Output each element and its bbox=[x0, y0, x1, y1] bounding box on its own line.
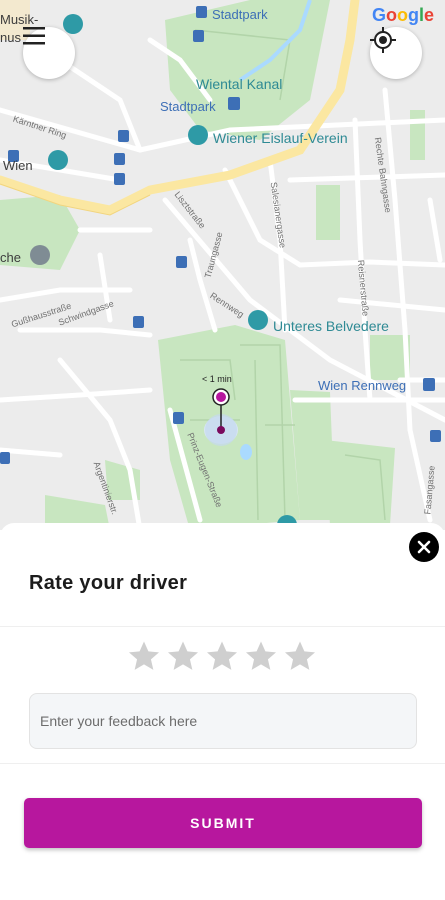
submit-button[interactable]: SUBMIT bbox=[24, 798, 422, 848]
map-label-stadtpark-station: Stadtpark bbox=[160, 99, 216, 114]
feedback-input[interactable] bbox=[29, 693, 417, 749]
map-label-unteres-belvedere: Unteres Belvedere bbox=[273, 318, 389, 334]
my-location-button[interactable] bbox=[370, 27, 422, 79]
map-label-che: che bbox=[0, 250, 21, 265]
divider-bottom bbox=[0, 763, 445, 764]
star-icon[interactable] bbox=[127, 639, 161, 673]
close-icon bbox=[417, 540, 431, 554]
sheet-title: Rate your driver bbox=[29, 572, 188, 594]
map-label-wien: Wien bbox=[3, 158, 33, 173]
map-view[interactable]: Google Stadtpark Wiental Kanal Stadtpark… bbox=[0, 0, 445, 530]
divider-top bbox=[0, 626, 445, 627]
star-icon[interactable] bbox=[283, 639, 317, 673]
map-label-musik: Musik- bbox=[0, 12, 39, 27]
menu-button[interactable] bbox=[23, 27, 75, 79]
menu-icon bbox=[23, 27, 45, 45]
google-logo: Google bbox=[372, 5, 435, 25]
map-label-eislauf-verein: Wiener Eislauf-Verein bbox=[213, 130, 348, 146]
eta-label: < 1 min bbox=[202, 374, 232, 384]
star-icon[interactable] bbox=[166, 639, 200, 673]
star-icon[interactable] bbox=[205, 639, 239, 673]
star-icon[interactable] bbox=[244, 639, 278, 673]
my-location-icon bbox=[370, 27, 396, 53]
star-rating[interactable] bbox=[127, 639, 317, 673]
map-label-stadtpark: Stadtpark bbox=[212, 7, 268, 22]
close-button[interactable] bbox=[409, 532, 439, 562]
map-label-musik-2: nus bbox=[0, 30, 21, 45]
map-label-wien-rennweg: Wien Rennweg bbox=[318, 378, 407, 393]
map-label-wiental-kanal: Wiental Kanal bbox=[196, 76, 283, 92]
